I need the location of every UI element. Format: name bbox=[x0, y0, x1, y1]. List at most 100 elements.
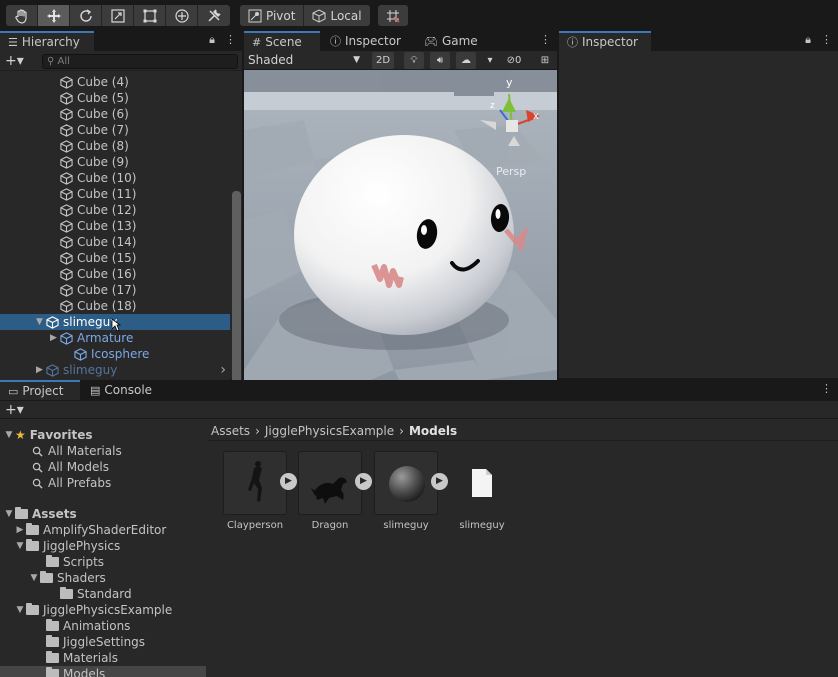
more-menu-icon[interactable]: ⋮ bbox=[821, 382, 832, 395]
folder-tree-item[interactable]: JiggleSettings bbox=[0, 634, 206, 650]
hierarchy-item-label: Cube (10) bbox=[77, 171, 137, 185]
tab-scene[interactable]: # Scene bbox=[244, 31, 320, 51]
lock-icon[interactable]: 🔒︎ bbox=[209, 33, 215, 47]
hierarchy-item-label: Cube (13) bbox=[77, 219, 137, 233]
main-toolbar: Pivot Local bbox=[0, 0, 838, 30]
hierarchy-item[interactable]: Cube (8) bbox=[0, 138, 230, 154]
asset-tile[interactable]: ▶ Dragon bbox=[292, 451, 372, 531]
hierarchy-item[interactable]: Cube (5) bbox=[0, 90, 230, 106]
hierarchy-item[interactable]: Cube (13) bbox=[0, 218, 230, 234]
scale-icon bbox=[110, 8, 125, 23]
asset-tile[interactable]: ▶ slimeguy bbox=[368, 451, 448, 531]
hierarchy-item[interactable]: ▶ slimeguy › bbox=[0, 362, 230, 378]
tab-hierarchy[interactable]: ☰ Hierarchy bbox=[0, 31, 94, 51]
expanded-arrow-icon[interactable]: ▼ bbox=[3, 430, 15, 440]
expanded-arrow-icon[interactable]: ▼ bbox=[14, 605, 26, 615]
mode-2d-button[interactable]: 2D bbox=[372, 52, 394, 69]
asset-label: slimeguy bbox=[459, 520, 505, 531]
breadcrumb-item[interactable]: Models bbox=[409, 424, 457, 438]
hierarchy-item[interactable]: Cube (14) bbox=[0, 234, 230, 250]
hierarchy-scrollbar-thumb[interactable] bbox=[232, 191, 241, 391]
hierarchy-item[interactable]: Cube (6) bbox=[0, 106, 230, 122]
move-tool-button[interactable] bbox=[38, 5, 70, 26]
slimeguy-model-icon: ▶ bbox=[374, 451, 448, 515]
expanded-arrow-icon[interactable]: ▼ bbox=[14, 541, 26, 551]
hierarchy-item[interactable]: Cube (11) bbox=[0, 186, 230, 202]
chevron-right-icon[interactable]: › bbox=[220, 362, 226, 378]
folder-tree-item[interactable]: Animations bbox=[0, 618, 206, 634]
asset-tile[interactable]: slimeguy bbox=[444, 451, 520, 531]
asset-tile[interactable]: ▶ Clayperson bbox=[217, 451, 297, 531]
hierarchy-item[interactable]: Cube (12) bbox=[0, 202, 230, 218]
add-button[interactable]: +▾ bbox=[5, 53, 24, 69]
hierarchy-item[interactable]: Cube (10) bbox=[0, 170, 230, 186]
gizmos-button[interactable]: ⊞ bbox=[536, 52, 554, 69]
hierarchy-item[interactable]: ▼ slimeguy bbox=[0, 314, 230, 332]
collapsed-arrow-icon[interactable]: ▶ bbox=[14, 525, 26, 535]
favorites-header[interactable]: ▼ ★ Favorites bbox=[0, 427, 206, 443]
project-tabbar: ▭ Project ▤ Console ⋮ bbox=[0, 380, 838, 401]
custom-tool-button[interactable] bbox=[198, 5, 230, 26]
favorites-item[interactable]: All Materials bbox=[0, 443, 206, 459]
rotate-tool-button[interactable] bbox=[70, 5, 102, 26]
hierarchy-item[interactable]: Cube (4) bbox=[0, 74, 230, 90]
shading-mode-dropdown[interactable]: Shaded ▼ bbox=[248, 52, 364, 69]
expanded-arrow-icon[interactable]: ▼ bbox=[3, 509, 15, 519]
hierarchy-item[interactable]: Cube (9) bbox=[0, 154, 230, 170]
folder-tree-item[interactable]: Materials bbox=[0, 650, 206, 666]
list-icon: ☰ bbox=[8, 35, 18, 49]
collapsed-arrow-icon[interactable]: ▶ bbox=[50, 333, 60, 343]
hierarchy-item[interactable]: Cube (16) bbox=[0, 266, 230, 282]
hierarchy-item[interactable]: Cube (7) bbox=[0, 122, 230, 138]
folder-tree-item[interactable]: ▼ Shaders bbox=[0, 570, 206, 586]
transform-tool-button[interactable] bbox=[166, 5, 198, 26]
effects-dropdown[interactable]: ▾ bbox=[482, 52, 498, 69]
hierarchy-item-label: slimeguy bbox=[63, 315, 118, 329]
rect-tool-button[interactable] bbox=[134, 5, 166, 26]
folder-tree-item[interactable]: ▼ JigglePhysics bbox=[0, 538, 206, 554]
lighting-toggle[interactable]: 💡︎ bbox=[404, 52, 424, 69]
hierarchy-item[interactable]: Icosphere bbox=[0, 346, 230, 362]
expanded-arrow-icon[interactable]: ▼ bbox=[36, 317, 46, 327]
grid-snap-button[interactable] bbox=[378, 5, 408, 26]
local-button[interactable]: Local bbox=[304, 5, 370, 26]
tab-project[interactable]: ▭ Project bbox=[0, 380, 80, 400]
folder-tree-item[interactable]: Models bbox=[0, 666, 206, 677]
hierarchy-item[interactable]: Cube (18) bbox=[0, 298, 230, 314]
hierarchy-item-label: Cube (6) bbox=[77, 107, 129, 121]
hidden-objects-toggle[interactable]: ⊘0 bbox=[500, 52, 528, 69]
tab-inspector[interactable]: ⓘ Inspector bbox=[559, 31, 651, 51]
hierarchy-item[interactable]: Cube (17) bbox=[0, 282, 230, 298]
tab-inspector-2[interactable]: ⓘ Inspector bbox=[322, 31, 409, 51]
hierarchy-item[interactable]: ▶ Armature bbox=[0, 330, 230, 346]
hierarchy-search-input[interactable]: ⚲ All bbox=[42, 54, 238, 69]
lock-icon[interactable]: 🔒︎ bbox=[805, 33, 811, 47]
folder-tree-item[interactable]: ▶ AmplifyShaderEditor bbox=[0, 522, 206, 538]
assets-header[interactable]: ▼ Assets bbox=[0, 506, 206, 522]
hand-tool-button[interactable] bbox=[6, 5, 38, 26]
scale-tool-button[interactable] bbox=[102, 5, 134, 26]
favorites-item[interactable]: All Models bbox=[0, 459, 206, 475]
tab-game[interactable]: 🎮︎ Game bbox=[416, 31, 486, 51]
more-menu-icon[interactable]: ⋮ bbox=[225, 33, 236, 47]
expanded-arrow-icon[interactable]: ▼ bbox=[28, 573, 40, 583]
cube-icon bbox=[60, 299, 77, 313]
folder-tree-item[interactable]: Scripts bbox=[0, 554, 206, 570]
tab-console[interactable]: ▤ Console bbox=[82, 380, 160, 400]
scene-viewport[interactable]: y x z Persp bbox=[244, 70, 557, 408]
project-add-button[interactable]: +▾ bbox=[5, 402, 24, 418]
pivot-button[interactable]: Pivot bbox=[240, 5, 305, 26]
folder-tree-item[interactable]: ▼ JigglePhysicsExample bbox=[0, 602, 206, 618]
breadcrumb-item[interactable]: Assets bbox=[211, 424, 250, 438]
effects-toggle[interactable]: ☁ bbox=[456, 52, 476, 69]
more-menu-icon[interactable]: ⋮ bbox=[540, 33, 551, 46]
folder-tree-item[interactable]: Standard bbox=[0, 586, 206, 602]
audio-toggle[interactable]: 🔊︎ bbox=[430, 52, 450, 69]
more-menu-icon[interactable]: ⋮ bbox=[821, 33, 832, 47]
breadcrumb-item[interactable]: JigglePhysicsExample bbox=[265, 424, 394, 438]
hierarchy-item[interactable]: Cube (15) bbox=[0, 250, 230, 266]
hierarchy-scrollbar[interactable] bbox=[231, 73, 242, 409]
favorites-item[interactable]: All Prefabs bbox=[0, 475, 206, 491]
collapsed-arrow-icon[interactable]: ▶ bbox=[36, 365, 46, 375]
hierarchy-item-label: Cube (17) bbox=[77, 283, 137, 297]
